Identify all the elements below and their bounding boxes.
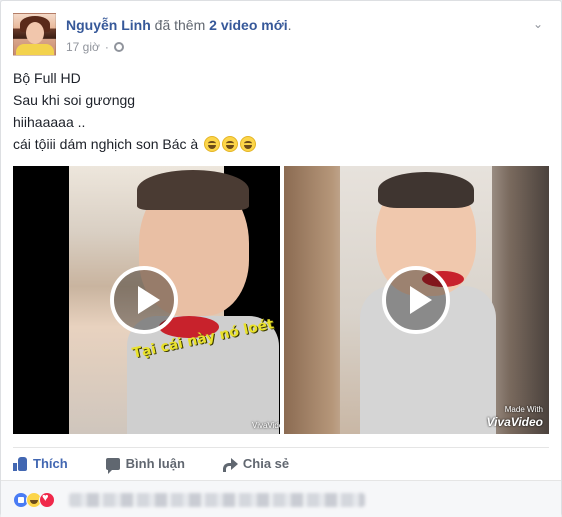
meta-separator: · (104, 40, 109, 54)
share-button[interactable]: Chia sẻ (222, 456, 290, 472)
video-watermark: VivaVideo (252, 421, 280, 430)
like-label: Thích (33, 456, 68, 471)
action-text: đã thêm (154, 17, 206, 33)
comment-label: Bình luận (125, 456, 185, 471)
love-reaction-icon (39, 492, 55, 508)
chevron-down-icon[interactable]: ⌄ (529, 15, 547, 33)
action-bar: Thích Bình luận Chia sẻ (13, 447, 549, 479)
laughing-emoji-icon (222, 136, 239, 152)
video-thumbnail-2[interactable]: Made With VivaVideo (284, 166, 549, 434)
comment-icon (105, 457, 120, 474)
reactions-summary (1, 480, 561, 517)
timestamp-link[interactable]: 17 giờ (66, 40, 100, 54)
share-label: Chia sẻ (242, 456, 290, 471)
laughing-emoji-icon (204, 136, 221, 152)
author-line: Nguyễn Linh đã thêm 2 video mới. (66, 17, 291, 33)
post-meta: 17 giờ · (66, 40, 124, 54)
message-line: hiihaaaaa .. (13, 114, 86, 130)
period-text: . (287, 17, 292, 33)
message-line-text: cái tộiii dám nghịch son Bác à (13, 136, 199, 152)
comment-button[interactable]: Bình luận (105, 456, 185, 474)
play-icon[interactable] (110, 266, 178, 334)
thumbs-up-icon (13, 456, 27, 471)
reaction-icons[interactable] (13, 492, 55, 508)
like-button[interactable]: Thích (13, 456, 68, 471)
globe-icon[interactable] (113, 42, 124, 52)
video-grid: Tại cái này nó loét VivaVideo Made With … (13, 166, 549, 434)
video-watermark: Made With VivaVideo (487, 404, 543, 428)
author-avatar[interactable] (13, 13, 56, 56)
video-count-link[interactable]: 2 video mới (209, 17, 287, 33)
post-message: Bộ Full HD Sau khi soi gươngg hiihaaaaa … (13, 67, 257, 155)
play-icon[interactable] (382, 266, 450, 334)
laughing-emoji-icon (240, 136, 257, 152)
blurred-reactors-text[interactable] (69, 493, 365, 507)
message-line: Bộ Full HD (13, 70, 81, 86)
message-line: Sau khi soi gươngg (13, 92, 136, 108)
feed-post: Nguyễn Linh đã thêm 2 video mới. 17 giờ … (0, 0, 562, 517)
post-header: Nguyễn Linh đã thêm 2 video mới. 17 giờ … (13, 13, 549, 63)
watermark-brand: VivaVideo (486, 415, 543, 429)
message-line: cái tộiii dám nghịch son Bác à (13, 133, 257, 155)
video-thumbnail-1[interactable]: Tại cái này nó loét VivaVideo (13, 166, 280, 434)
share-arrow-icon (222, 457, 238, 472)
author-name-link[interactable]: Nguyễn Linh (66, 17, 151, 33)
